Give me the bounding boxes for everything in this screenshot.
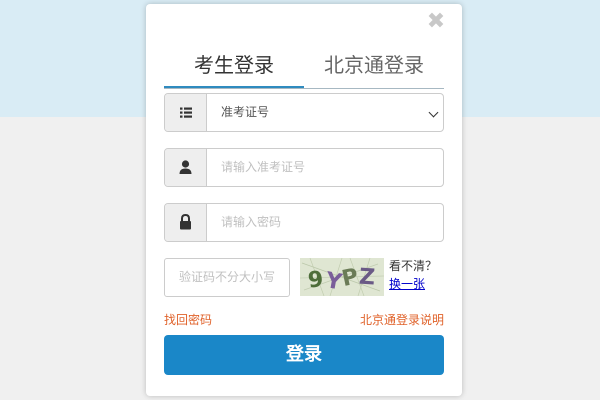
password-field[interactable]: 请输入密码 — [164, 203, 444, 242]
login-dialog: ✖ 考生登录 北京通登录 准考证号 请输入准考证号 请输入密码 验证码不分大小写… — [146, 4, 462, 396]
id-type-value: 准考证号 — [221, 105, 270, 119]
lock-addon — [165, 204, 207, 241]
captcha-help-text: 看不清？ — [389, 259, 438, 273]
captcha-refresh-link[interactable]: 换一张 — [389, 277, 425, 292]
id-type-addon — [165, 94, 207, 131]
captcha-input[interactable]: 验证码不分大小写 — [164, 258, 290, 297]
password-placeholder: 请输入密码 — [221, 215, 282, 229]
list-icon — [180, 107, 192, 118]
tab-beijingtong-login[interactable]: 北京通登录 — [304, 48, 444, 86]
close-icon: ✖ — [426, 9, 446, 34]
forgot-password-link[interactable]: 找回密码 — [164, 313, 212, 328]
user-addon — [165, 149, 207, 186]
lock-icon — [180, 213, 191, 230]
captcha-char-1: 9 — [307, 267, 325, 293]
candidate-number-field[interactable]: 请输入准考证号 — [164, 148, 444, 187]
login-tabs: 考生登录 北京通登录 — [164, 48, 444, 89]
close-button[interactable]: ✖ — [424, 10, 448, 34]
user-icon — [179, 160, 192, 174]
candidate-number-placeholder: 请输入准考证号 — [221, 160, 306, 174]
captcha-char-4: Z — [358, 265, 376, 291]
tab-candidate-login[interactable]: 考生登录 — [164, 48, 304, 88]
captcha-image[interactable]: 9 Y P Z — [300, 258, 384, 296]
login-button[interactable]: 登录 — [164, 335, 444, 375]
beijingtong-help-link[interactable]: 北京通登录说明 — [360, 313, 444, 328]
id-type-select[interactable]: 准考证号 — [164, 93, 444, 132]
